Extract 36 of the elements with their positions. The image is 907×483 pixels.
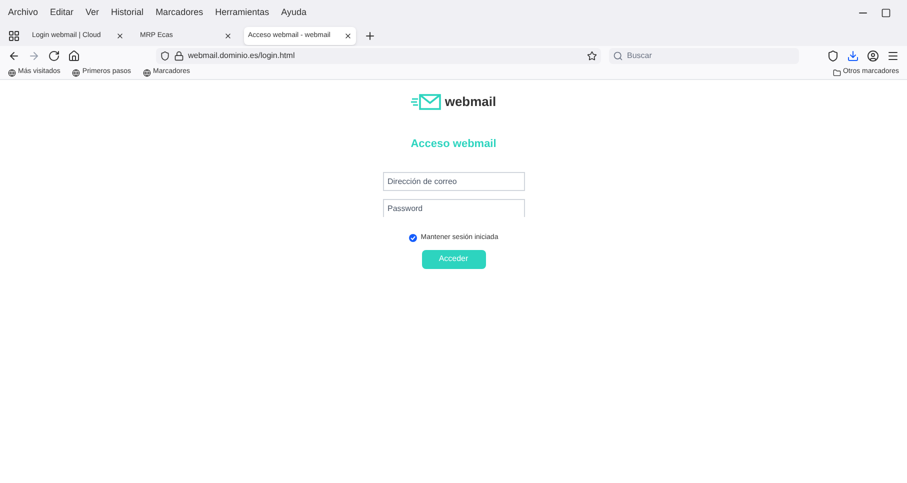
new-tab-icon[interactable] <box>364 30 376 42</box>
search-icon <box>613 51 623 61</box>
menu-item[interactable]: Herramientas <box>215 6 270 20</box>
password-field[interactable]: Password <box>382 199 524 217</box>
email-field[interactable]: Dirección de correo <box>382 172 524 191</box>
folder-icon <box>832 68 841 76</box>
home-icon[interactable] <box>68 50 80 62</box>
menu-item[interactable]: Ayuda <box>281 6 306 20</box>
bookmark-star-icon[interactable] <box>587 51 597 61</box>
reload-icon[interactable] <box>48 50 60 62</box>
shield-icon <box>160 51 170 61</box>
download-icon[interactable] <box>847 50 859 62</box>
menu-item[interactable]: Historial <box>111 6 144 20</box>
menu-icon[interactable] <box>887 50 899 62</box>
logo-text: webmail <box>444 93 496 111</box>
account-icon[interactable] <box>867 50 879 62</box>
envelope-logo-icon <box>410 94 441 110</box>
close-icon[interactable] <box>344 32 352 40</box>
page-title: Acceso webmail <box>410 136 496 152</box>
search-field[interactable]: Buscar <box>609 48 799 64</box>
globe-icon <box>8 68 16 76</box>
menu-item[interactable]: Marcadores <box>156 6 204 20</box>
remember-checkbox[interactable] <box>408 234 417 242</box>
close-icon[interactable] <box>224 32 232 40</box>
maximize-icon[interactable] <box>881 8 891 18</box>
globe-icon <box>143 68 152 76</box>
address-field[interactable]: webmail.dominio.es/login.html <box>156 48 601 64</box>
menu-item[interactable]: Ver <box>86 6 100 20</box>
menu-item[interactable]: Editar <box>50 6 74 20</box>
close-icon[interactable] <box>116 32 124 40</box>
back-icon[interactable] <box>8 50 20 62</box>
lock-icon <box>174 51 184 61</box>
shield-icon[interactable] <box>827 50 839 62</box>
tab-overview-icon[interactable] <box>8 30 20 42</box>
menu-item[interactable]: Archivo <box>8 6 38 20</box>
globe-icon <box>72 68 80 76</box>
